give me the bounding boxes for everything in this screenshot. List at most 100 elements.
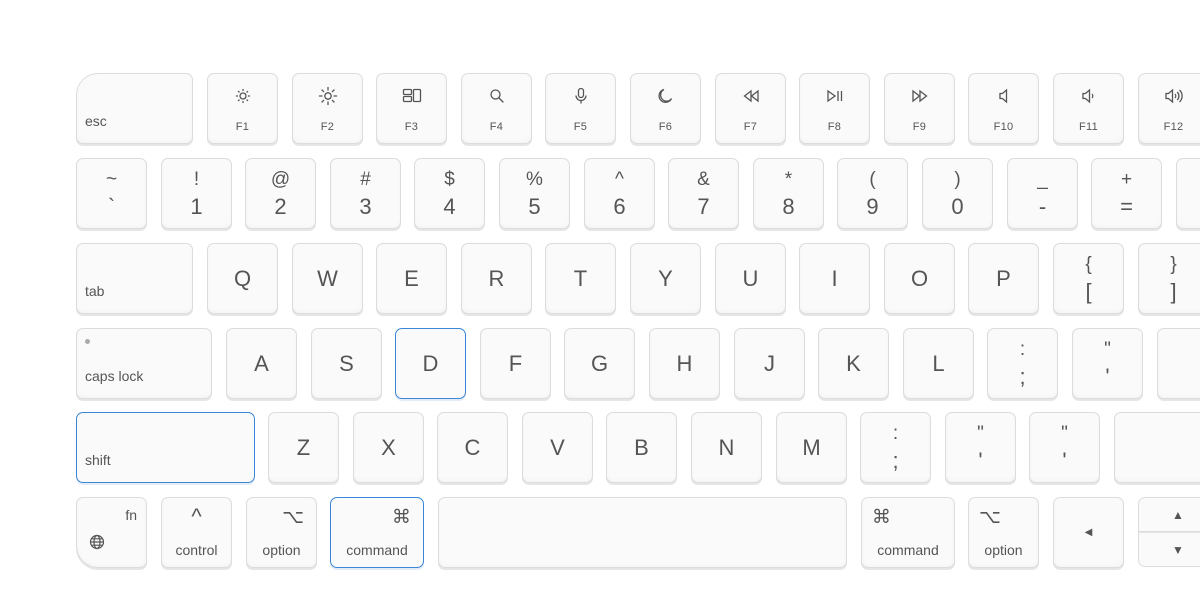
arrow-left-icon: ◀ [1084, 527, 1093, 538]
number-row-key[interactable]: + = [1091, 158, 1162, 229]
letter-key[interactable]: K [818, 328, 889, 399]
option-key-left[interactable]: ⌥ option [246, 497, 317, 568]
shift-key-right[interactable] [1114, 412, 1200, 483]
volume-down-icon [1054, 86, 1123, 106]
key-shift-legend: @ [270, 168, 291, 190]
key-legend: 7 [697, 193, 710, 219]
letter-key[interactable]: Q [207, 243, 278, 314]
option-key-right[interactable]: ⌥ option [968, 497, 1039, 568]
letter-key[interactable]: P [968, 243, 1039, 314]
number-row-key[interactable]: ! 1 [161, 158, 232, 229]
key-legend: W [317, 265, 338, 291]
control-key[interactable]: ^ control [161, 497, 232, 568]
number-row-key[interactable]: * 8 [753, 158, 824, 229]
letter-key[interactable]: T [545, 243, 616, 314]
letter-key[interactable]: V [522, 412, 593, 483]
shift-key-left[interactable]: shift [76, 412, 255, 483]
letter-key[interactable]: O [884, 243, 955, 314]
key-f10[interactable]: F10 [968, 73, 1039, 144]
arrow-up-key[interactable]: ▲ [1138, 497, 1200, 532]
letter-key[interactable]: J [734, 328, 805, 399]
letter-key[interactable]: S [311, 328, 382, 399]
letter-key[interactable]: G [564, 328, 635, 399]
key-legend: ' [978, 447, 983, 473]
key-legend: 9 [866, 193, 879, 219]
number-row-key[interactable]: $4 [414, 158, 485, 229]
arrow-down-key[interactable]: ▼ [1138, 532, 1200, 567]
function-key-label: F3 [404, 121, 419, 133]
search-icon [462, 86, 531, 106]
key-f4[interactable]: F4 [461, 73, 532, 144]
key-shift-legend: : [892, 422, 899, 444]
letter-key[interactable]: Y [630, 243, 701, 314]
key-f2[interactable]: F2 [292, 73, 363, 144]
function-key-label: F11 [1078, 121, 1099, 133]
key-f12[interactable]: F12 [1138, 73, 1200, 144]
bracket-key[interactable]: }] [1138, 243, 1200, 314]
key-f5[interactable]: F5 [545, 73, 616, 144]
key-shift-legend: ^ [615, 168, 624, 190]
letter-key[interactable]: R [461, 243, 532, 314]
arrow-down-icon: ▼ [1172, 542, 1184, 557]
command-key-left[interactable]: ⌘ command [330, 497, 424, 568]
key-f7[interactable]: F7 [715, 73, 786, 144]
caps-lock-key[interactable]: caps lock [76, 328, 212, 399]
key-shift-legend: # [360, 168, 371, 190]
letter-key[interactable]: D [395, 328, 466, 399]
bracket-key[interactable]: {[ [1053, 243, 1124, 314]
key-f9[interactable]: F9 [884, 73, 955, 144]
command-key-right[interactable]: ⌘ command [861, 497, 955, 568]
punctuation-key[interactable]: " ' [1029, 412, 1100, 483]
number-row-key[interactable]: ) 0 [922, 158, 993, 229]
esc-key[interactable]: esc [76, 73, 193, 144]
delete-key[interactable] [1176, 158, 1200, 229]
letter-key[interactable]: L [903, 328, 974, 399]
letter-key[interactable]: B [606, 412, 677, 483]
number-row-key[interactable]: & 7 [668, 158, 739, 229]
letter-key[interactable]: I [799, 243, 870, 314]
key-legend: M [802, 434, 821, 460]
number-row-key[interactable]: _ - [1007, 158, 1078, 229]
letter-key[interactable]: E [376, 243, 447, 314]
function-key-label: F2 [320, 121, 335, 133]
key-legend: [ [1085, 278, 1092, 304]
letter-key[interactable]: C [437, 412, 508, 483]
key-f11[interactable]: F11 [1053, 73, 1124, 144]
key-shift-legend: % [526, 168, 543, 190]
key-shift-legend: $ [444, 168, 455, 190]
function-key-label: F8 [827, 121, 842, 133]
punctuation-key[interactable]: :; [987, 328, 1058, 399]
letter-key[interactable]: F [480, 328, 551, 399]
tab-key[interactable]: tab [76, 243, 193, 314]
letter-key[interactable]: H [649, 328, 720, 399]
return-key[interactable] [1157, 328, 1200, 399]
key-legend: T [573, 265, 588, 291]
space-bar[interactable] [438, 497, 847, 568]
letter-key[interactable]: M [776, 412, 847, 483]
number-row-key[interactable]: (9 [837, 158, 908, 229]
number-row-key[interactable]: ~ ` [76, 158, 147, 229]
key-legend: Z [296, 434, 311, 460]
punctuation-key[interactable]: " ' [1072, 328, 1143, 399]
letter-key[interactable]: U [715, 243, 786, 314]
key-f1[interactable]: F1 [207, 73, 278, 144]
shift-key-label: shift [85, 452, 111, 468]
letter-key[interactable]: W [292, 243, 363, 314]
fn-key[interactable]: fn [76, 497, 147, 568]
punctuation-key[interactable]: :; [860, 412, 931, 483]
arrow-left-key[interactable]: ◀ [1053, 497, 1124, 568]
number-row-key[interactable]: % 5 [499, 158, 570, 229]
letter-key[interactable]: A [226, 328, 297, 399]
letter-key[interactable]: Z [268, 412, 339, 483]
punctuation-key[interactable]: " ' [945, 412, 1016, 483]
globe-icon [89, 534, 105, 555]
key-f8[interactable]: F8 [799, 73, 870, 144]
key-f6[interactable]: F6 [630, 73, 701, 144]
letter-key[interactable]: X [353, 412, 424, 483]
number-row-key[interactable]: ^ 6 [584, 158, 655, 229]
key-legend: Q [233, 265, 252, 291]
number-row-key[interactable]: #3 [330, 158, 401, 229]
number-row-key[interactable]: @2 [245, 158, 316, 229]
key-f3[interactable]: F3 [376, 73, 447, 144]
letter-key[interactable]: N [691, 412, 762, 483]
